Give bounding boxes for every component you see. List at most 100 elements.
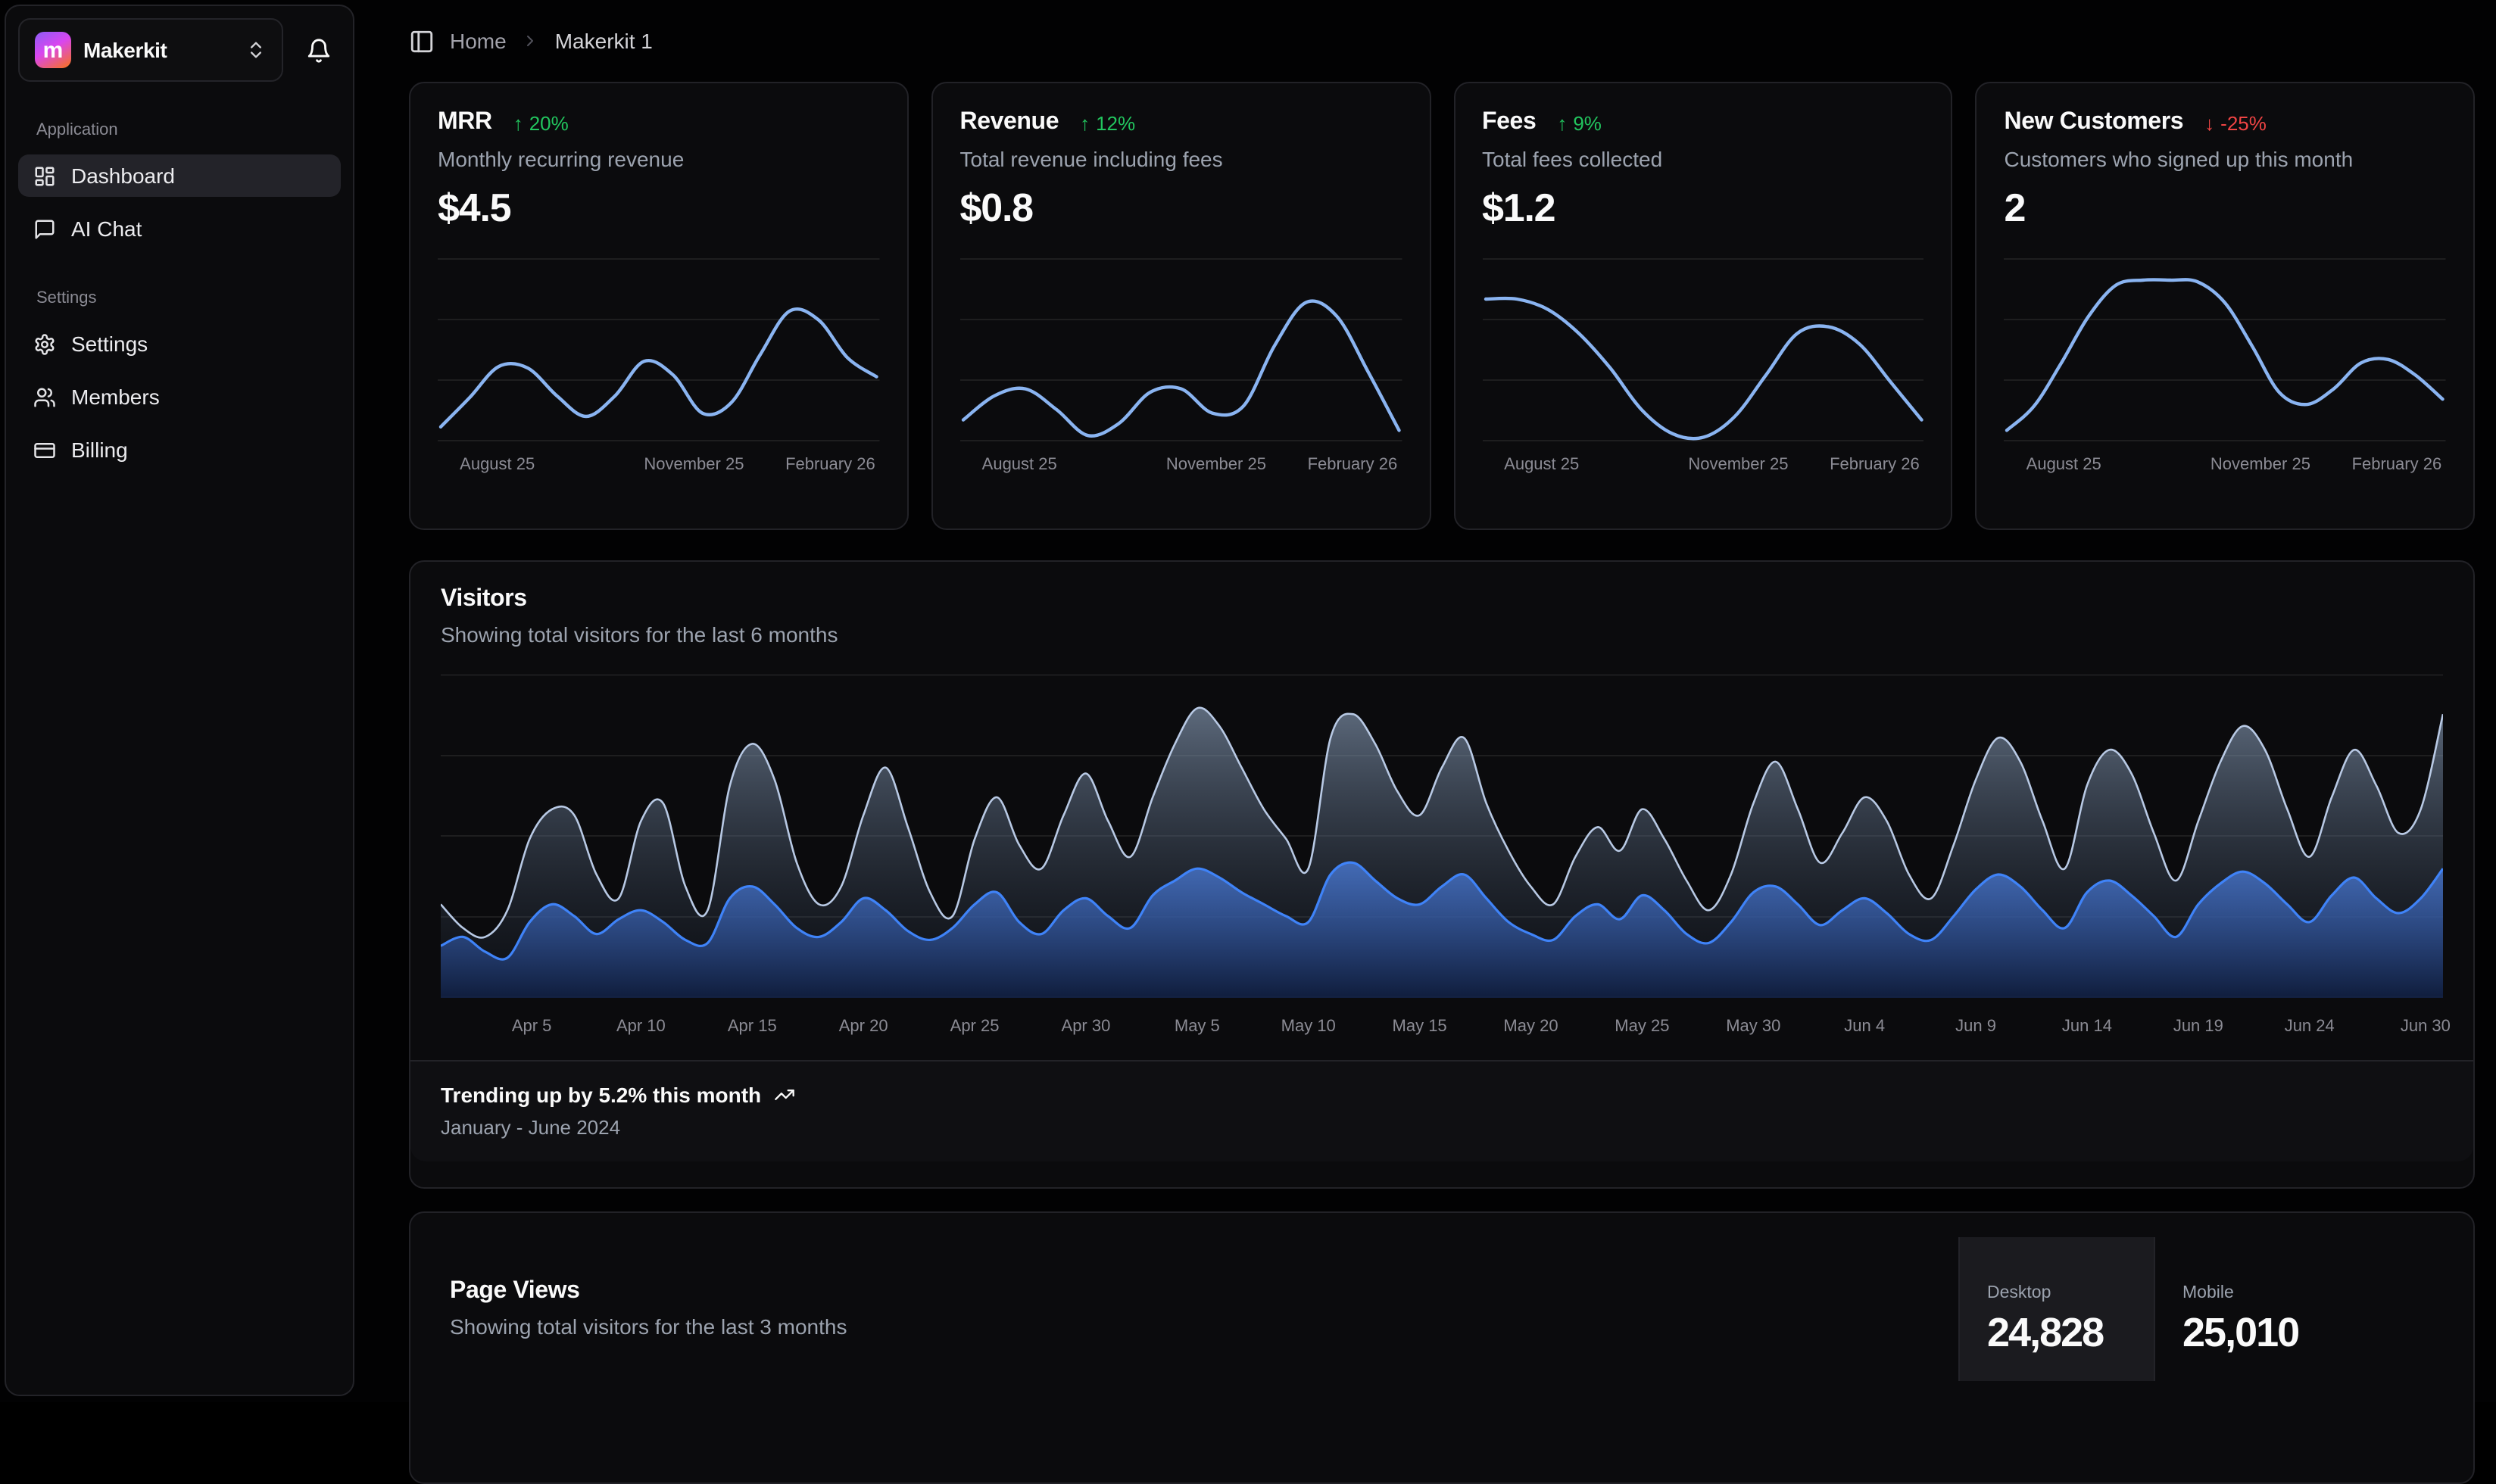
x-tick-label: August 25 [982,456,1057,474]
sidebar-nav-settings: Settings Members Billing [18,323,341,471]
stat-card-mrr: MRR ↑ 20% Monthly recurring revenue $4.5… [409,82,909,530]
delta-badge: ↓ -25% [2204,111,2267,134]
x-tick-label: November 25 [644,456,744,474]
x-tick-label: May 10 [1281,1018,1336,1036]
x-tick-label: August 25 [460,456,535,474]
workspace-name: Makerkit [83,38,167,62]
sidebar-toggle-button[interactable] [409,28,435,54]
visitors-title: Visitors [441,586,2443,613]
sparkline-chart: August 25November 25February 26 [960,257,1402,479]
mobile-stat-toggle[interactable]: Mobile 25,010 [2155,1237,2352,1381]
breadcrumb-current: Makerkit 1 [555,29,653,53]
sidebar-item-settings[interactable]: Settings [18,323,341,365]
arrow-up-icon: ↑ [513,111,523,134]
x-tick-label: Jun 19 [2173,1018,2223,1036]
sparkline-x-axis: August 25November 25February 26 [960,456,1402,479]
gear-icon [33,332,56,355]
stat-subtitle: Total fees collected [1482,147,1924,171]
chevrons-up-down-icon [245,39,267,61]
delta-badge: ↑ 9% [1557,111,1602,134]
x-tick-label: Apr 20 [839,1018,888,1036]
breadcrumb-home-link[interactable]: Home [450,29,507,53]
visitors-footer: Trending up by 5.2% this month January -… [410,1060,2473,1161]
notifications-button[interactable] [295,27,341,73]
x-tick-label: August 25 [2026,456,2101,474]
page-views-subtitle: Showing total visitors for the last 3 mo… [450,1314,1958,1339]
delta-value: 20% [529,111,569,134]
workspace-selector[interactable]: m Makerkit [18,18,283,82]
brand-logo: m [35,32,71,68]
sidebar: m Makerkit Application Dashboard [5,5,354,1396]
sidebar-item-members[interactable]: Members [18,376,341,418]
sparkline-x-axis: August 25November 25February 26 [1482,456,1924,479]
x-tick-label: Apr 10 [616,1018,666,1036]
x-tick-label: November 25 [2211,456,2310,474]
x-tick-label: November 25 [1688,456,1788,474]
x-tick-label: February 26 [1308,456,1398,474]
x-tick-label: Apr 5 [512,1018,552,1036]
stat-title: Revenue [960,109,1059,136]
arrow-up-icon: ↑ [1080,111,1090,134]
delta-badge: ↑ 12% [1080,111,1135,134]
page-views-card: Page Views Showing total visitors for th… [409,1211,2475,1484]
page-views-title: Page Views [450,1278,1958,1305]
visitors-area-chart: Apr 5Apr 10Apr 15Apr 20Apr 25Apr 30May 5… [410,647,2473,1040]
x-tick-label: Apr 25 [950,1018,1000,1036]
stat-value: $4.5 [438,185,880,232]
sparkline-chart: August 25 November 25 February 26 [2005,257,2447,479]
sparkline-chart: August 25 November 25 February 26 [438,257,880,479]
stat-value: 2 [2005,185,2447,232]
credit-card-icon [33,438,56,461]
x-tick-label: Apr 30 [1062,1018,1111,1036]
delta-value: 12% [1096,111,1135,134]
layout-dashboard-icon [33,164,56,187]
stat-title: MRR [438,109,492,136]
dashboard-page: m Makerkit Application Dashboard [0,0,2496,1402]
sidebar-section-settings: Settings [18,289,341,307]
sidebar-item-label: Dashboard [71,164,175,188]
sidebar-section-application: Application [18,121,341,139]
desktop-stat-toggle[interactable]: Desktop 24,828 [1958,1237,2155,1381]
desktop-stat-label: Desktop [1987,1284,2154,1302]
sidebar-item-label: AI Chat [71,217,142,241]
sparkline-x-axis: August 25 November 25 February 26 [438,456,880,479]
x-tick-label: May 15 [1393,1018,1447,1036]
x-tick-label: Jun 30 [2401,1018,2451,1036]
visitors-x-axis: Apr 5Apr 10Apr 15Apr 20Apr 25Apr 30May 5… [441,1013,2443,1040]
stat-card-revenue: Revenue ↑ 12% Total revenue including fe… [931,82,1431,530]
chevron-right-icon [522,32,540,50]
delta-value: 9% [1573,111,1602,134]
page-views-stats: Desktop 24,828 Mobile 25,010 [1958,1237,2352,1482]
sidebar-nav-application: Dashboard AI Chat [18,154,341,250]
users-icon [33,385,56,408]
sidebar-item-ai-chat[interactable]: AI Chat [18,207,341,250]
stat-value: $0.8 [960,185,1402,232]
x-tick-label: February 26 [2352,456,2442,474]
stat-title: New Customers [2005,109,2184,136]
stat-card-fees: Fees ↑ 9% Total fees collected $1.2 Augu… [1453,82,1953,530]
stat-value: $1.2 [1482,185,1924,232]
sidebar-item-label: Settings [71,332,148,356]
visitors-subtitle: Showing total visitors for the last 6 mo… [441,622,2443,647]
stat-card-new-customers: New Customers ↓ -25% Customers who signe… [1976,82,2476,530]
sidebar-item-label: Members [71,385,160,409]
x-tick-label: May 25 [1615,1018,1669,1036]
x-tick-label: February 26 [785,456,875,474]
mobile-stat-value: 25,010 [2182,1310,2352,1357]
sidebar-item-billing[interactable]: Billing [18,429,341,471]
sidebar-item-label: Billing [71,438,128,462]
sparkline-x-axis: August 25 November 25 February 26 [2005,456,2447,479]
x-tick-label: May 30 [1726,1018,1780,1036]
sidebar-item-dashboard[interactable]: Dashboard [18,154,341,197]
stat-cards-row: MRR ↑ 20% Monthly recurring revenue $4.5… [409,82,2475,530]
delta-badge: ↑ 20% [513,111,569,134]
arrow-down-icon: ↓ [2204,111,2214,134]
x-tick-label: May 20 [1503,1018,1558,1036]
delta-value: -25% [2220,111,2267,134]
x-tick-label: May 5 [1175,1018,1220,1036]
arrow-up-icon: ↑ [1557,111,1567,134]
visitors-date-range: January - June 2024 [441,1116,2443,1139]
workspace-row: m Makerkit [18,18,341,82]
stat-subtitle: Total revenue including fees [960,147,1402,171]
message-square-icon [33,217,56,240]
